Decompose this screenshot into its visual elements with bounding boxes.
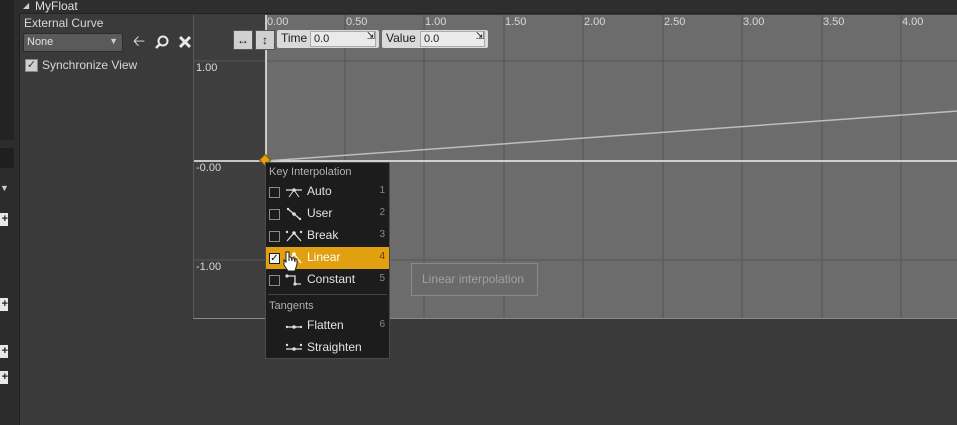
- time-value: 0.0: [314, 33, 330, 45]
- value-label: Value: [386, 31, 416, 45]
- drag-arrows-icon[interactable]: ⇲: [476, 31, 484, 42]
- curve-title: MyFloat: [35, 0, 78, 13]
- back-arrow-icon[interactable]: 🡠: [131, 34, 147, 50]
- fit-horizontal-button[interactable]: ↔: [233, 30, 253, 50]
- menu-item-label: User: [307, 206, 333, 220]
- user-checkbox[interactable]: [269, 209, 280, 220]
- curve-line: [265, 110, 957, 162]
- add-icon[interactable]: +: [0, 345, 8, 358]
- tooltip: Linear interpolation: [411, 263, 538, 296]
- user-tangent-icon: [286, 207, 302, 221]
- left-edge-strip: ▼ + + + +: [0, 0, 20, 425]
- shortcut-key: 3: [379, 229, 385, 240]
- constant-tangent-icon: [285, 274, 301, 286]
- chevron-down-icon: ▼: [109, 36, 118, 46]
- x-tick-label: 2.50: [664, 16, 686, 28]
- add-icon[interactable]: +: [0, 298, 8, 311]
- menu-separator: [268, 294, 387, 295]
- synchronize-view-checkbox[interactable]: ✓: [25, 59, 38, 72]
- key-interpolation-heading: Key Interpolation: [269, 166, 352, 178]
- chevron-down-icon[interactable]: ▼: [0, 183, 9, 193]
- shortcut-key: 2: [379, 207, 385, 218]
- curve-header: ◢ MyFloat: [19, 0, 957, 14]
- drag-arrows-icon[interactable]: ⇲: [367, 31, 375, 42]
- collapse-triangle-icon[interactable]: ◢: [23, 1, 29, 10]
- menu-item-label: Linear: [307, 250, 341, 264]
- add-icon[interactable]: +: [0, 213, 8, 226]
- y-tick-label: -0.00: [196, 162, 222, 174]
- x-tick-label: 1.00: [425, 16, 447, 28]
- menu-item-label: Straighten: [307, 340, 362, 354]
- shortcut-key: 4: [379, 251, 385, 262]
- close-icon[interactable]: [177, 34, 193, 50]
- x-tick-label: 3.50: [823, 16, 845, 28]
- menu-item-auto[interactable]: Auto 1: [266, 181, 389, 203]
- x-tick-label: 0.00: [267, 16, 289, 28]
- x-tick-label: 3.00: [743, 16, 765, 28]
- linear-checkbox[interactable]: ✓: [269, 253, 280, 264]
- straighten-tangent-icon: [285, 343, 303, 351]
- time-label: Time: [281, 31, 308, 45]
- external-curve-dropdown[interactable]: None ▼: [23, 33, 123, 52]
- constant-checkbox[interactable]: [269, 275, 280, 286]
- flatten-tangent-icon: [285, 325, 303, 329]
- x-tick-label: 1.50: [505, 16, 527, 28]
- menu-item-label: Break: [307, 228, 339, 242]
- break-tangent-icon: [285, 230, 303, 242]
- menu-item-flatten[interactable]: Flatten 6: [266, 315, 389, 337]
- y-tick-label: -1.00: [196, 261, 222, 273]
- menu-item-label: Constant: [307, 272, 356, 286]
- menu-item-user[interactable]: User 2: [266, 203, 389, 225]
- x-tick-label: 2.00: [584, 16, 606, 28]
- menu-item-break[interactable]: Break 3: [266, 225, 389, 247]
- external-curve-label: External Curve: [24, 16, 104, 30]
- strip-panel-top: [0, 0, 14, 140]
- fit-vertical-button[interactable]: ↕: [255, 30, 275, 50]
- external-curve-value: None: [27, 36, 54, 48]
- y-tick-label: 1.00: [196, 62, 218, 74]
- value-field: Value 0.0 ⇲: [382, 30, 488, 48]
- shortcut-key: 6: [379, 319, 385, 330]
- auto-tangent-icon: [286, 188, 302, 198]
- shortcut-key: 1: [379, 185, 385, 196]
- auto-checkbox[interactable]: [269, 187, 280, 198]
- add-icon[interactable]: +: [0, 371, 8, 384]
- mouse-cursor-icon: [283, 251, 298, 272]
- strip-panel-band: [0, 148, 14, 168]
- value-value: 0.0: [424, 33, 440, 45]
- tooltip-text: Linear interpolation: [422, 272, 525, 286]
- menu-item-label: Auto: [307, 184, 332, 198]
- menu-item-straighten[interactable]: Straighten: [266, 337, 389, 359]
- search-icon[interactable]: [154, 34, 170, 50]
- shortcut-key: 5: [379, 273, 385, 284]
- synchronize-view-label: Synchronize View: [42, 58, 138, 72]
- menu-item-label: Flatten: [307, 318, 344, 332]
- x-tick-label: 0.50: [346, 16, 368, 28]
- tangents-heading: Tangents: [269, 300, 314, 312]
- time-field: Time 0.0 ⇲: [277, 30, 379, 48]
- x-tick-label: 4.00: [902, 16, 924, 28]
- break-checkbox[interactable]: [269, 231, 280, 242]
